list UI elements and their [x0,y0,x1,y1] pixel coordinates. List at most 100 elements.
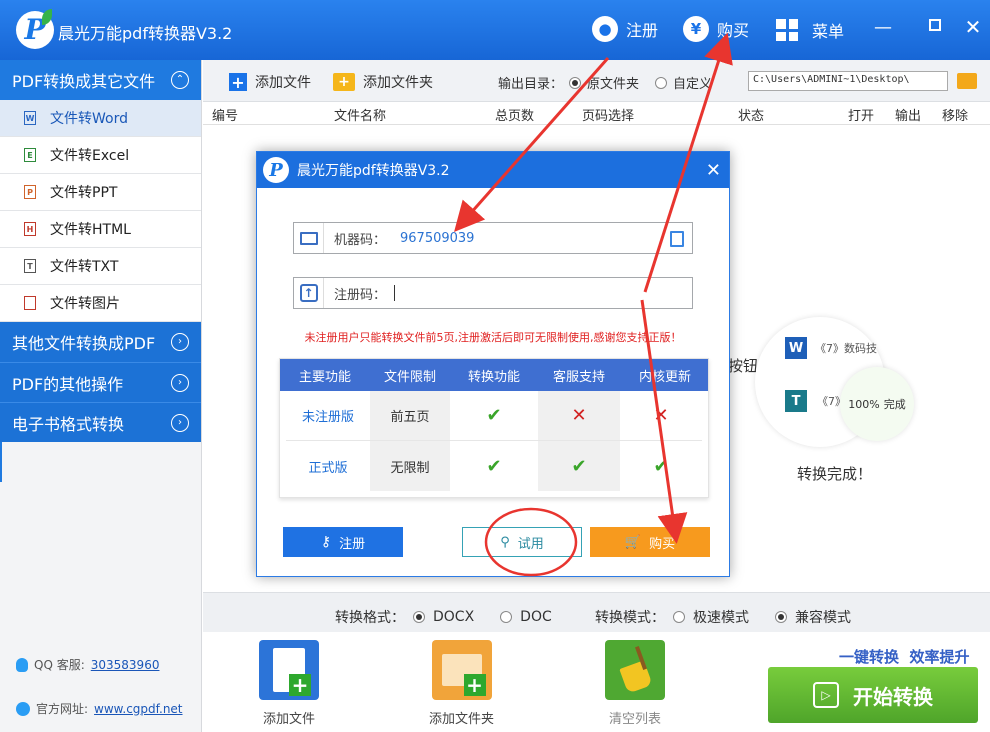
header-file-limit: 文件限制 [383,369,436,385]
toolbar: + 添加文件 + 添加文件夹 输出目录： 原文件夹 自定义 C:\Users\A… [203,60,990,102]
register-label: 注册 [626,21,659,40]
file-limit-value: 前五页 [370,391,450,440]
radio-custom[interactable] [655,76,668,89]
format-options: 转换格式： DOCX DOC [335,607,552,627]
start-convert-label: 开始转换 [853,684,933,709]
folder-plus-icon: + [333,73,355,91]
output-path-field[interactable]: C:\Users\ADMINI~1\Desktop\ [748,71,948,91]
add-folder-big-button[interactable]: + 添加文件夹 [429,640,494,727]
close-icon: ✕ [964,15,982,39]
register-button[interactable]: ● 注册 [592,16,658,42]
sidebar-section-pdf-to-other[interactable]: PDF转换成其它文件 ⌃ [0,60,201,100]
buy-label: 购买 [717,21,750,40]
sidebar-section-label: PDF的其他操作 [12,374,124,394]
dialog-logo: P [263,157,289,183]
qq-support: QQ 客服: 303583960 [16,656,159,673]
official-site: 官方网址: www.cgpdf.net [16,700,183,717]
dialog-trial-button[interactable]: ⚲ 试用 [462,527,582,557]
comparison-header: 主要功能 文件限制 转换功能 客服支持 内核更新 [280,359,708,391]
radio-original[interactable] [569,76,582,89]
col-status: 状态 [738,109,765,124]
menu-button[interactable]: 菜单 [776,18,844,42]
radio-docx[interactable] [413,611,425,623]
machine-code-value[interactable]: 967509039 [400,231,474,246]
dialog-buy-button[interactable]: 🛒 购买 [590,527,710,557]
dialog-buy-label: 购买 [649,536,676,552]
sidebar-item-html[interactable]: H 文件转HTML [0,211,201,248]
header-main-feature: 主要功能 [298,369,351,385]
sidebar-section-other-to-pdf[interactable]: 其他文件转换成PDF › [0,322,201,362]
version-name: 未注册版 [301,410,354,425]
plus-icon: + [229,73,247,92]
title-bar: P 晨光万能pdf转换器V3.2 ● 注册 ¥ 购买 菜单 — ✕ [0,0,990,60]
sidebar-section-label: 其他文件转换成PDF [12,334,156,353]
check-icon: ✔ [486,455,502,477]
add-folder-label: 添加文件夹 [363,75,433,91]
sidebar-item-ppt[interactable]: P 文件转PPT [0,174,201,211]
add-file-big-button[interactable]: + 添加文件 [259,640,319,727]
clear-list-button[interactable]: 清空列表 [605,640,665,727]
cross-icon: ✕ [653,405,669,426]
add-file-button[interactable]: + 添加文件 [229,72,311,92]
buy-button[interactable]: ¥ 购买 [683,16,749,42]
start-convert-button[interactable]: ▷ 开始转换 [768,667,978,723]
site-label: 官方网址: [36,702,89,716]
file-table-header: 编号 文件名称 总页数 页码选择 状态 打开 输出 移除 [203,102,990,125]
register-dialog: P 晨光万能pdf转换器V3.2 ✕ 机器码： 967509039 ↑ 注册码：… [256,151,730,577]
radio-original-label: 原文件夹 [587,77,640,92]
dialog-register-button[interactable]: ⚷ 注册 [283,527,403,557]
mode-compat-label: 兼容模式 [795,610,851,626]
dialog-close-icon[interactable]: ✕ [706,160,721,181]
sidebar-item-word[interactable]: W 文件转Word [0,100,201,137]
clear-list-label: 清空列表 [608,712,661,727]
check-icon: ✔ [653,455,669,477]
grid-menu-icon [776,19,798,41]
add-folder-button[interactable]: + 添加文件夹 [333,72,433,92]
sidebar-item-image[interactable]: 文件转图片 [0,285,201,322]
col-pages: 总页数 [495,109,535,124]
qq-label: QQ 客服: [34,658,85,672]
word-file-icon: W [24,111,36,125]
add-file-big-icon: + [259,640,319,700]
register-code-label: 注册码： [334,287,387,303]
excel-file-icon: E [24,148,36,162]
txt-file-icon: T [24,259,36,273]
copy-icon[interactable] [670,231,684,247]
broom-icon [605,640,665,700]
dialog-title: 晨光万能pdf转换器V3.2 [297,163,450,179]
register-code-input[interactable] [394,285,396,301]
format-docx-label: DOCX [433,609,475,625]
header-support: 客服支持 [552,369,605,385]
user-add-icon: ● [592,16,618,42]
radio-compat[interactable] [775,611,787,623]
site-link[interactable]: www.cgpdf.net [94,702,182,716]
minimize-button[interactable]: — [868,12,898,42]
sidebar-item-label: 文件转HTML [50,222,131,238]
col-open: 打开 [848,109,875,124]
radio-fast[interactable] [673,611,685,623]
sidebar-section-ebook[interactable]: 电子书格式转换 › [0,402,201,442]
done-text: 转换完成！ [797,465,873,483]
check-icon: ✔ [486,405,502,426]
maximize-button[interactable] [920,10,950,40]
progress-circle: 100% 完成 [840,367,914,441]
sidebar-section-pdf-other-ops[interactable]: PDF的其他操作 › [0,362,201,402]
sidebar-item-label: 文件转PPT [50,185,118,201]
radio-custom-label: 自定义 [673,77,713,92]
close-button[interactable]: ✕ [958,12,988,42]
sidebar-item-excel[interactable]: E 文件转Excel [0,137,201,174]
browse-folder-icon[interactable] [957,73,977,89]
upload-icon: ↑ [299,284,318,302]
yen-icon: ¥ [683,16,709,42]
trial-warning: 未注册用户只能转换文件前5页,注册激活后即可无限制使用,感谢您支持正版！ [304,331,682,344]
dialog-trial-label: 试用 [517,536,544,552]
register-code-field[interactable]: ↑ 注册码： [293,277,693,309]
qq-link[interactable]: 303583960 [91,658,160,672]
sidebar-item-txt[interactable]: T 文件转TXT [0,248,201,285]
row-unregistered: 未注册版 前五页 ✔ ✕ ✕ [286,391,702,441]
hint-text: 按钮 [728,357,759,375]
dialog-register-label: 注册 [339,536,366,552]
sidebar-item-label: 文件转TXT [50,259,119,275]
chevron-right-icon: › [171,414,189,432]
radio-doc[interactable] [500,611,513,623]
